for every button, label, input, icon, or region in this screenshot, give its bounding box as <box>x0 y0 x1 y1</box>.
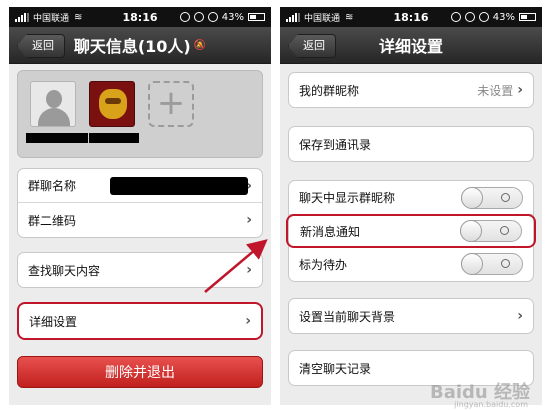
group-nickname-row[interactable]: 我的群昵称 未设置 › <box>289 73 533 107</box>
row-label: 详细设置 <box>29 314 78 329</box>
screenshot-stage: 中国联通 ≋ 18:16 43% 返回 聊天信息(10人) 🔕 + 群聊名称 ›… <box>0 0 550 410</box>
avatar[interactable] <box>89 81 135 127</box>
member-grid: + <box>17 70 263 158</box>
chevron-right-icon: › <box>517 308 523 324</box>
avatar[interactable] <box>30 81 76 127</box>
add-member-button[interactable]: + <box>148 81 194 127</box>
chevron-right-icon: › <box>517 82 523 98</box>
page-title: 详细设置 <box>378 37 443 56</box>
status-bar: 中国联通 ≋ 18:16 43% <box>9 7 271 27</box>
alarm-icon <box>193 12 204 22</box>
show-nickname-row: 聊天中显示群昵称 <box>289 181 533 215</box>
detail-settings-row[interactable]: 详细设置 › <box>19 304 261 338</box>
battery-percent: 43% <box>492 11 515 23</box>
row-label: 设置当前聊天背景 <box>299 309 396 324</box>
wifi-icon: ≋ <box>345 11 354 23</box>
mute-icon: 🔕 <box>193 39 207 51</box>
delete-and-exit-button[interactable]: 删除并退出 <box>17 356 263 388</box>
status-bar: 中国联通 ≋ 18:16 43% <box>280 7 542 27</box>
phone-chat-info: 中国联通 ≋ 18:16 43% 返回 聊天信息(10人) 🔕 + 群聊名称 ›… <box>9 7 271 405</box>
battery-icon <box>519 13 536 21</box>
new-message-toggle[interactable] <box>460 220 522 242</box>
background-group: 设置当前聊天背景 › <box>288 298 534 334</box>
nav-bar: 返回 聊天信息(10人) 🔕 <box>9 27 271 64</box>
mark-todo-toggle[interactable] <box>461 253 523 275</box>
back-button[interactable]: 返回 <box>17 34 65 58</box>
group-info-list: 群聊名称 › 群二维码 › <box>17 168 263 238</box>
signal-icon <box>286 12 300 22</box>
mark-todo-row: 标为待办 <box>289 247 533 281</box>
nav-bar: 返回 详细设置 <box>280 27 542 64</box>
group-qrcode-row[interactable]: 群二维码 › <box>18 203 262 237</box>
row-label: 群二维码 <box>28 213 77 228</box>
detail-settings-group: 详细设置 › <box>17 302 263 340</box>
new-message-notify-row: 新消息通知 <box>286 214 536 248</box>
group-name-row[interactable]: 群聊名称 › <box>18 169 262 203</box>
save-contacts-group: 保存到通讯录 <box>288 126 534 162</box>
page-title: 聊天信息(10人) <box>73 37 191 56</box>
row-label: 新消息通知 <box>300 224 361 239</box>
wifi-icon: ≋ <box>74 11 83 23</box>
nickname-value: 未设置 <box>477 83 514 98</box>
show-nickname-toggle[interactable] <box>461 186 523 209</box>
carrier-label: 中国联通 <box>304 13 341 24</box>
location-icon <box>207 12 218 22</box>
battery-percent: 43% <box>221 11 244 23</box>
row-label: 清空聊天记录 <box>299 361 372 376</box>
toggle-group: 聊天中显示群昵称 新消息通知 标为待办 <box>286 180 536 282</box>
signal-icon <box>15 12 29 22</box>
row-label: 我的群昵称 <box>299 83 360 98</box>
chevron-right-icon: › <box>246 262 252 278</box>
row-label: 保存到通讯录 <box>299 137 372 152</box>
search-history-row[interactable]: 查找聊天内容 › <box>18 253 262 287</box>
row-label: 群聊名称 <box>28 179 77 193</box>
rotation-lock-icon <box>179 12 190 22</box>
row-label: 查找聊天内容 <box>28 263 101 278</box>
search-group: 查找聊天内容 › <box>17 252 263 288</box>
phone-detail-settings: 中国联通 ≋ 18:16 43% 返回 详细设置 我的群昵称 未设置 › 保存到… <box>280 7 542 405</box>
nickname-group: 我的群昵称 未设置 › <box>288 72 534 108</box>
chevron-right-icon: › <box>245 313 251 329</box>
redacted-name <box>26 133 88 143</box>
alarm-icon <box>464 12 475 22</box>
carrier-label: 中国联通 <box>33 13 70 24</box>
save-to-contacts-row[interactable]: 保存到通讯录 <box>289 127 533 161</box>
back-button[interactable]: 返回 <box>288 34 336 58</box>
watermark-url: jingyan.baidu.com <box>454 400 528 409</box>
chat-background-row[interactable]: 设置当前聊天背景 › <box>289 299 533 333</box>
rotation-lock-icon <box>450 12 461 22</box>
redacted-name <box>89 133 139 143</box>
battery-icon <box>248 13 265 21</box>
row-label: 标为待办 <box>299 257 348 272</box>
row-label: 聊天中显示群昵称 <box>299 191 396 205</box>
redacted-group-name <box>110 177 248 195</box>
location-icon <box>478 12 489 22</box>
chevron-right-icon: › <box>246 212 252 228</box>
